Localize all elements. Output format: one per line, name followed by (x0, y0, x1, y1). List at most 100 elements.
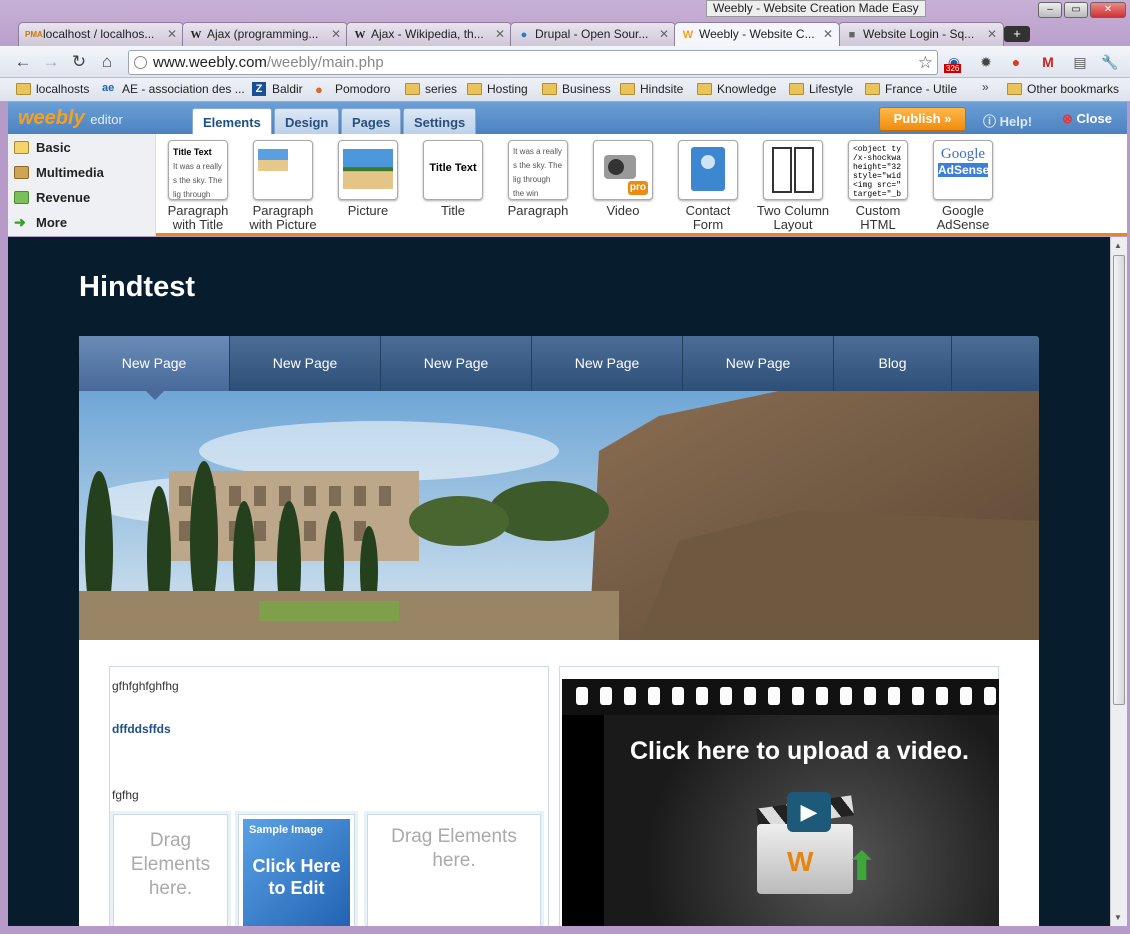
drop-zone[interactable]: Drag Elements here. (364, 811, 544, 926)
close-tab-icon[interactable]: ✕ (659, 27, 669, 41)
print-extension-icon[interactable]: ▤ (1070, 52, 1090, 72)
browser-tab-active[interactable]: W Weebly - Website C... ✕ (674, 22, 840, 46)
browser-tab[interactable]: W Ajax (programming... ✕ (182, 22, 348, 46)
paragraph-text[interactable]: fgfhg (112, 788, 139, 802)
film-hole (792, 687, 804, 705)
paragraph-text[interactable]: gfhfghfghfhg (112, 679, 179, 693)
bookmark-folder[interactable]: Hindsite (620, 82, 683, 96)
bookmark-link[interactable]: Z Baldir (252, 82, 303, 96)
contact-form-thumbnail (678, 140, 738, 200)
tab-settings[interactable]: Settings (403, 108, 477, 134)
bookmark-link[interactable]: ae AE - association des ... (102, 82, 245, 96)
maximize-button[interactable]: ▭ (1064, 2, 1088, 18)
forward-icon[interactable]: → (40, 51, 62, 73)
category-basic[interactable]: Basic (14, 137, 71, 159)
site-canvas: Hindtest New Page New Page New Page New … (8, 237, 1110, 926)
tab-elements[interactable]: Elements (192, 108, 272, 135)
scroll-down-icon[interactable]: ▼ (1114, 913, 1122, 922)
nav-item[interactable]: New Page (532, 336, 683, 391)
bookmarks-overflow-icon[interactable]: » (982, 80, 989, 94)
gmail-extension-icon[interactable]: M (1038, 52, 1058, 72)
tab-pages[interactable]: Pages (341, 108, 402, 134)
minimize-button[interactable]: – (1038, 2, 1062, 18)
bookmark-link[interactable]: ● Pomodoro (315, 82, 390, 97)
reload-icon[interactable]: ↻ (68, 51, 90, 73)
bookmark-folder[interactable]: France - Utile (865, 82, 957, 96)
left-column: gfhfghfghfhg dffddsffds fgfhg Drag Eleme… (109, 666, 549, 926)
close-window-button[interactable]: ✕ (1090, 2, 1126, 18)
browser-tab[interactable]: ■ Website Login - Sq... ✕ (838, 22, 1004, 46)
bookmark-folder[interactable]: series (405, 82, 457, 96)
browser-tab[interactable]: ● Drupal - Open Sour... ✕ (510, 22, 676, 46)
close-editor-button[interactable]: ⊗ Close (1062, 111, 1112, 127)
close-tab-icon[interactable]: ✕ (167, 27, 177, 41)
element-contact-form[interactable]: Contact Form (666, 140, 750, 232)
scrollbar-thumb[interactable] (1113, 255, 1125, 705)
header-banner-image[interactable] (79, 391, 1039, 640)
title-thumbnail: Title Text (423, 140, 483, 200)
element-paragraph[interactable]: It was a really s the sky. The lig throu… (496, 140, 580, 218)
gear-extension-icon[interactable]: ✹ (976, 52, 996, 72)
page-icon (134, 56, 147, 69)
site-navigation: New Page New Page New Page New Page New … (79, 336, 1039, 391)
video-upload-placeholder[interactable]: Click here to upload a video. ▶ W ⬆ (562, 679, 999, 926)
nav-item[interactable]: New Page (683, 336, 834, 391)
tomato-extension-icon[interactable]: ● (1006, 52, 1026, 72)
rss-extension-icon[interactable]: ◉ 326 (944, 52, 964, 73)
site-title[interactable]: Hindtest (79, 271, 195, 304)
z-icon: Z (252, 82, 266, 96)
home-icon[interactable]: ⌂ (96, 51, 118, 73)
category-more[interactable]: ➜ More (14, 212, 67, 234)
nav-item[interactable]: New Page (381, 336, 532, 391)
address-bar[interactable]: www.weebly.com/weebly/main.php ☆ (128, 50, 938, 75)
element-two-column-layout[interactable]: Two Column Layout (751, 140, 835, 232)
bookmark-star-icon[interactable]: ☆ (918, 53, 933, 73)
scroll-up-icon[interactable]: ▲ (1114, 241, 1122, 250)
browser-tab[interactable]: PMA localhost / localhos... ✕ (18, 22, 184, 46)
bookmark-folder[interactable]: Lifestyle (789, 82, 853, 96)
element-google-adsense[interactable]: Google AdSense Google AdSense (921, 140, 1005, 232)
paragraph-with-title-thumbnail: Title Text It was a really s the sky. The… (168, 140, 228, 200)
nav-item[interactable]: New Page (230, 336, 381, 391)
element-video[interactable]: pro Video (581, 140, 665, 218)
heading-text[interactable]: dffddsffds (112, 722, 171, 736)
weebly-editor-bar: weebly editor Elements Design Pages Sett… (8, 102, 1127, 135)
browser-tab[interactable]: W Ajax - Wikipedia, th... ✕ (346, 22, 512, 46)
drop-zone[interactable]: Drag Elements here. (110, 811, 231, 926)
drupal-icon: ● (520, 29, 528, 41)
category-revenue[interactable]: Revenue (14, 187, 90, 209)
help-button[interactable]: ⓘ Help! (983, 111, 1032, 130)
element-title[interactable]: Title Text Title (411, 140, 495, 218)
bookmark-folder[interactable]: Hosting (467, 82, 528, 96)
close-tab-icon[interactable]: ✕ (495, 27, 505, 41)
nav-item-blog[interactable]: Blog (834, 336, 952, 391)
element-picture[interactable]: Picture (326, 140, 410, 218)
category-multimedia[interactable]: Multimedia (14, 162, 104, 184)
adsense-thumbnail: Google AdSense (933, 140, 993, 200)
film-hole (672, 687, 684, 705)
close-icon: ⊗ (1062, 111, 1073, 126)
close-tab-icon[interactable]: ✕ (987, 27, 997, 41)
sample-image-block[interactable]: Sample Image Click Here to Edit (235, 811, 358, 926)
wrench-icon[interactable]: 🔧 (1100, 52, 1120, 72)
extension-badge: 326 (944, 64, 962, 73)
close-tab-icon[interactable]: ✕ (823, 27, 833, 41)
nav-item[interactable]: New Page (79, 336, 230, 391)
bookmark-folder[interactable]: Business (542, 82, 611, 96)
bookmark-folder[interactable]: Knowledge (697, 82, 776, 96)
close-tab-icon[interactable]: ✕ (331, 27, 341, 41)
folder-icon (697, 83, 712, 95)
film-hole (744, 687, 756, 705)
publish-button[interactable]: Publish » (879, 107, 966, 131)
bookmark-folder[interactable]: localhosts (16, 82, 89, 96)
element-custom-html[interactable]: <object ty /x-shockwa height="32 style="… (836, 140, 920, 232)
tab-design[interactable]: Design (274, 108, 340, 134)
other-bookmarks-folder[interactable]: Other bookmarks (1007, 82, 1119, 96)
back-icon[interactable]: ← (12, 51, 34, 73)
browser-window: Weebly - Website Creation Made Easy – ▭ … (0, 0, 1130, 934)
new-tab-button[interactable]: + (1004, 26, 1030, 42)
element-paragraph-with-picture[interactable]: Paragraph with Picture (241, 140, 325, 232)
sample-image[interactable]: Sample Image Click Here to Edit (243, 819, 350, 926)
element-paragraph-with-title[interactable]: Title Text It was a really s the sky. The… (156, 140, 240, 232)
vertical-scrollbar[interactable]: ▲ ▼ (1110, 237, 1127, 926)
